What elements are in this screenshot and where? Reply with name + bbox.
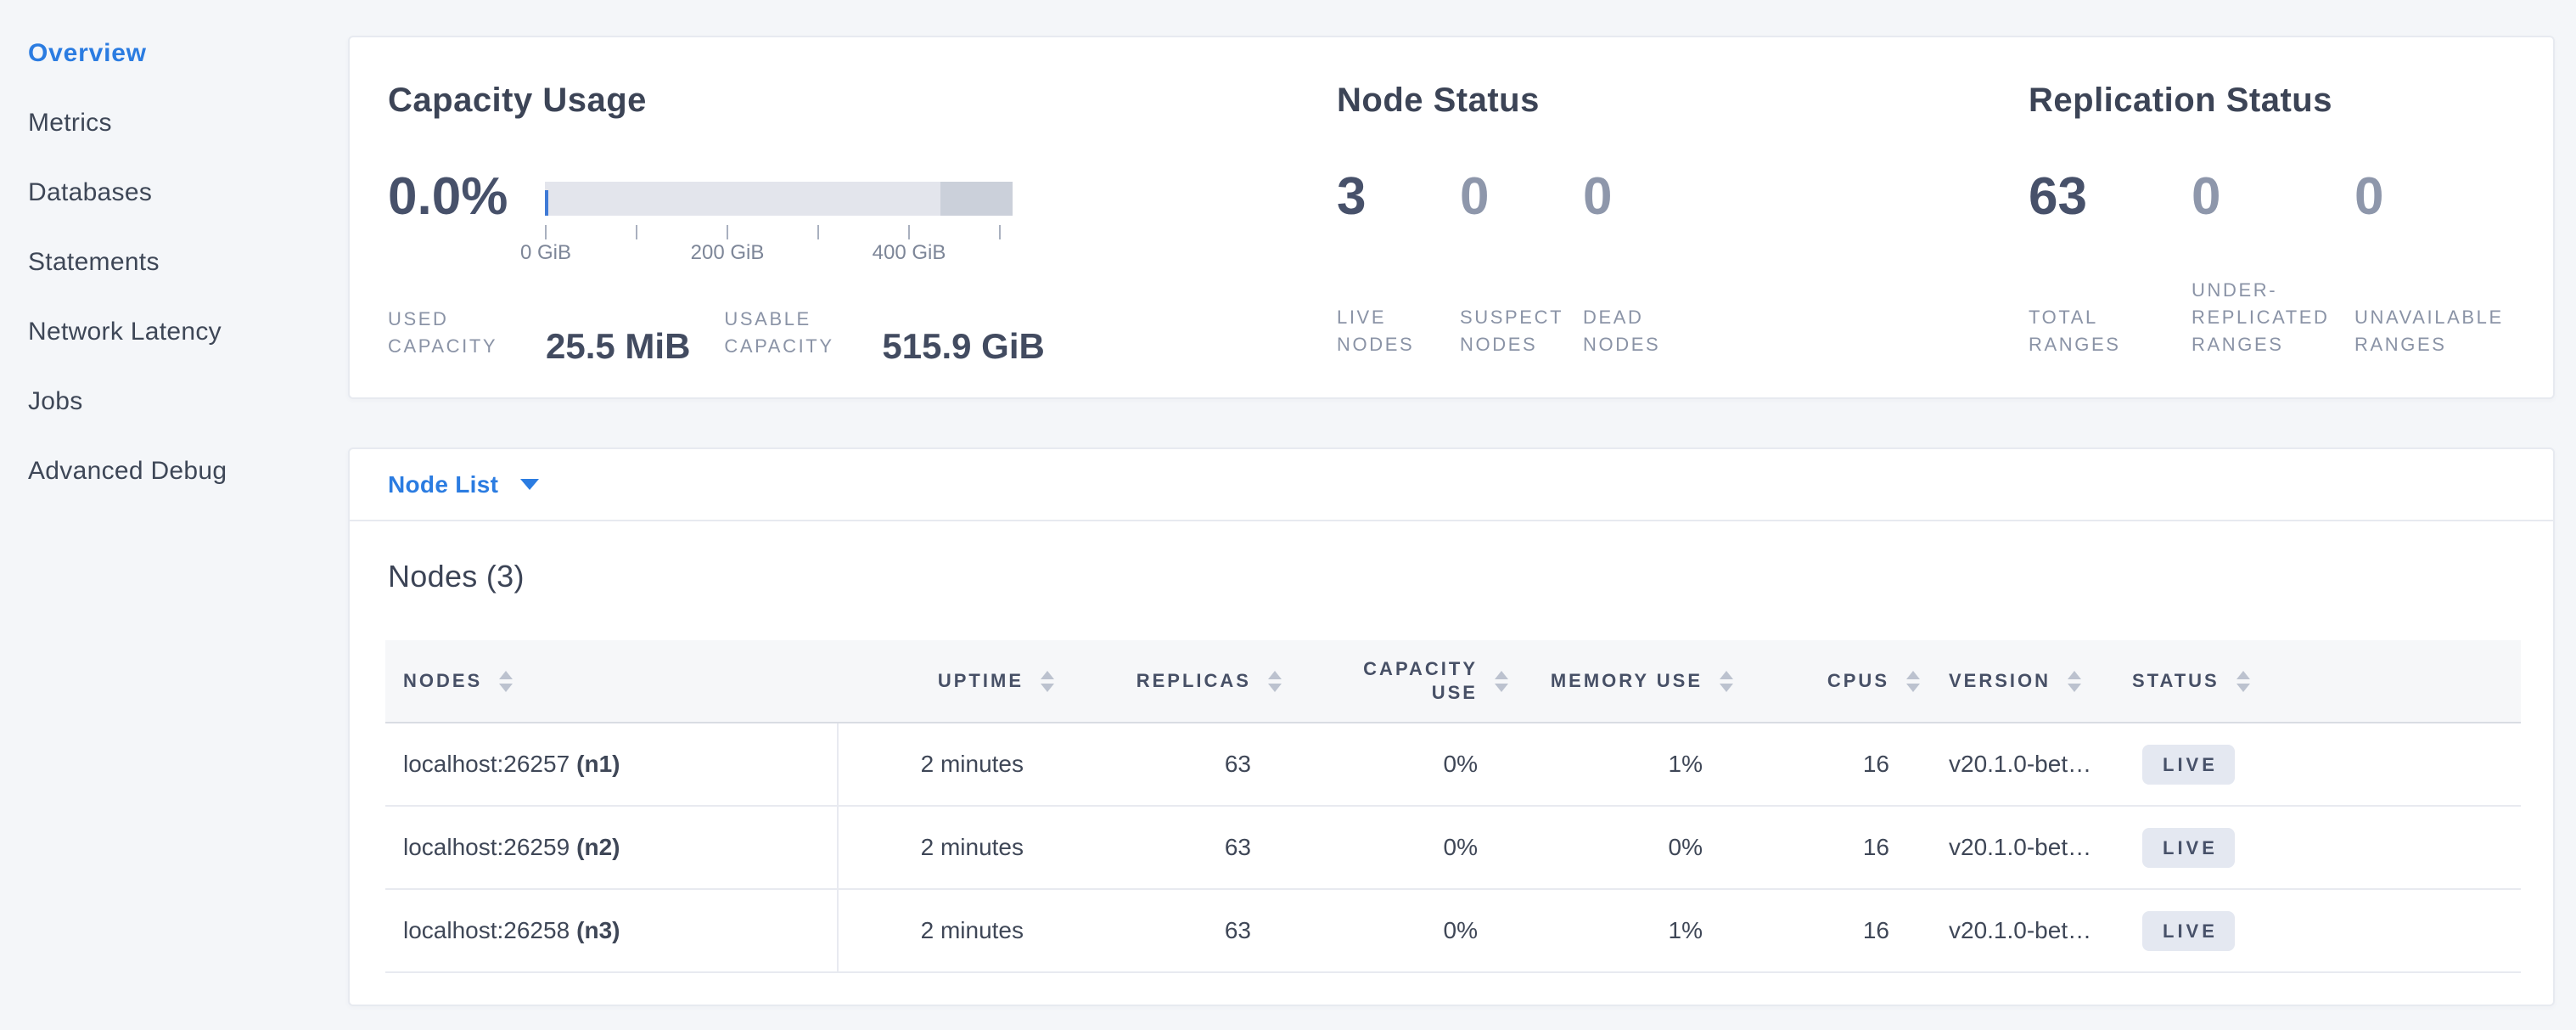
memory-use-cell: 1% [1508, 890, 1733, 971]
table-row[interactable]: localhost:26257(n1) 2 minutes 63 0% 1% 1… [385, 723, 2521, 807]
sort-icon [499, 671, 513, 692]
used-capacity-label: USED CAPACITY [388, 306, 515, 360]
capacity-use-cell: 0% [1282, 807, 1508, 888]
status-badge: LIVE [2142, 911, 2235, 951]
version-cell: v20.1.0-bet… [1920, 890, 2124, 971]
unavailable-ranges-label: UNAVAILABLE RANGES [2354, 304, 2514, 358]
replicas-cell: 63 [1054, 807, 1282, 888]
sidebar: Overview Metrics Databases Statements Ne… [28, 19, 317, 506]
sort-icon [1041, 671, 1054, 692]
usable-capacity-label: USABLE CAPACITY [724, 306, 851, 360]
table-row[interactable]: localhost:26258(n3) 2 minutes 63 0% 1% 1… [385, 890, 2521, 973]
sidebar-item-overview[interactable]: Overview [28, 19, 317, 88]
node-address: localhost:26259 [403, 834, 570, 861]
cpus-cell: 16 [1733, 807, 1920, 888]
axis-tick-label: 400 GiB [873, 241, 946, 265]
column-header-cpus[interactable]: CPUS [1733, 640, 1920, 722]
sidebar-item-advanced-debug[interactable]: Advanced Debug [28, 436, 317, 506]
replication-status-panel: Replication Status 63 TOTAL RANGES 0 UND… [2029, 82, 2538, 118]
status-badge: LIVE [2142, 828, 2235, 868]
column-header-memory-use[interactable]: MEMORY USE [1508, 640, 1733, 722]
node-list-dropdown-label: Node List [388, 471, 498, 498]
uptime-cell: 2 minutes [839, 890, 1054, 971]
replicas-cell: 63 [1054, 890, 1282, 971]
column-header-nodes[interactable]: NODES [385, 640, 839, 722]
sort-icon [1268, 671, 1282, 692]
sort-icon [2236, 671, 2250, 692]
node-address: localhost:26258 [403, 917, 570, 944]
capacity-use-cell: 0% [1282, 890, 1508, 971]
unavailable-ranges-value: 0 [2354, 167, 2517, 227]
node-list-card: Node List Nodes (3) NODES UPTIME REPLICA… [348, 447, 2555, 1006]
live-nodes-label: LIVE NODES [1337, 304, 1451, 358]
column-header-version[interactable]: VERSION [1920, 640, 2124, 722]
sidebar-item-statements[interactable]: Statements [28, 228, 317, 297]
cluster-summary-card: Capacity Usage 0.0% 0 GiB 200 GiB 400 Gi… [348, 36, 2555, 399]
nodes-table-header: NODES UPTIME REPLICAS CAPACITY USE MEMOR… [385, 640, 2521, 723]
memory-use-cell: 0% [1508, 807, 1733, 888]
total-ranges-stat: 63 TOTAL RANGES [2029, 167, 2192, 358]
cpus-cell: 16 [1733, 890, 1920, 971]
node-list-dropdown[interactable]: Node List [350, 449, 2553, 521]
node-id: (n1) [576, 751, 620, 778]
under-replicated-ranges-value: 0 [2192, 167, 2354, 227]
unavailable-ranges-stat: 0 UNAVAILABLE RANGES [2354, 167, 2517, 358]
dead-nodes-value: 0 [1583, 167, 1706, 227]
table-row[interactable]: localhost:26259(n2) 2 minutes 63 0% 0% 1… [385, 807, 2521, 890]
suspect-nodes-label: SUSPECT NODES [1460, 304, 1574, 358]
capacity-gauge-reserved-segment [940, 182, 1013, 216]
used-capacity-value: 25.5 MiB [546, 326, 690, 367]
replicas-cell: 63 [1054, 723, 1282, 805]
capacity-usage-panel: Capacity Usage 0.0% 0 GiB 200 GiB 400 Gi… [388, 82, 1330, 118]
capacity-usage-title: Capacity Usage [388, 82, 1330, 118]
live-nodes-stat: 3 LIVE NODES [1337, 167, 1460, 358]
under-replicated-ranges-stat: 0 UNDER-REPLICATED RANGES [2192, 167, 2354, 358]
column-header-uptime[interactable]: UPTIME [839, 640, 1054, 722]
cpus-cell: 16 [1733, 723, 1920, 805]
total-ranges-label: TOTAL RANGES [2029, 304, 2188, 358]
capacity-gauge-used-marker [545, 190, 548, 216]
total-ranges-value: 63 [2029, 167, 2192, 227]
axis-tick-label: 200 GiB [691, 241, 765, 265]
capacity-gauge-ticks [545, 216, 1013, 239]
node-status-title: Node Status [1337, 82, 2016, 118]
sort-icon [1720, 671, 1733, 692]
sidebar-item-network-latency[interactable]: Network Latency [28, 297, 317, 367]
chevron-down-icon [520, 479, 539, 490]
node-address: localhost:26257 [403, 751, 570, 778]
node-id: (n3) [576, 917, 620, 944]
dead-nodes-stat: 0 DEAD NODES [1583, 167, 1706, 358]
under-replicated-ranges-label: UNDER-REPLICATED RANGES [2192, 277, 2351, 358]
node-status-panel: Node Status 3 LIVE NODES 0 SUSPECT NODES… [1337, 82, 2016, 118]
version-cell: v20.1.0-bet… [1920, 723, 2124, 805]
capacity-use-cell: 0% [1282, 723, 1508, 805]
uptime-cell: 2 minutes [839, 723, 1054, 805]
suspect-nodes-stat: 0 SUSPECT NODES [1460, 167, 1583, 358]
version-cell: v20.1.0-bet… [1920, 807, 2124, 888]
capacity-gauge-bar [545, 182, 1013, 216]
replication-status-title: Replication Status [2029, 82, 2538, 118]
column-header-capacity-use[interactable]: CAPACITY USE [1282, 640, 1508, 722]
sort-icon [2068, 671, 2081, 692]
status-badge: LIVE [2142, 745, 2235, 785]
capacity-gauge: 0.0% 0 GiB 200 GiB 400 GiB [388, 167, 1013, 265]
column-header-status[interactable]: STATUS [2124, 640, 2521, 722]
uptime-cell: 2 minutes [839, 807, 1054, 888]
sidebar-item-metrics[interactable]: Metrics [28, 88, 317, 158]
axis-tick-label: 0 GiB [520, 241, 571, 265]
usable-capacity-value: 515.9 GiB [882, 326, 1044, 367]
sort-icon [1495, 671, 1508, 692]
nodes-count-heading: Nodes (3) [388, 559, 2553, 594]
memory-use-cell: 1% [1508, 723, 1733, 805]
column-header-replicas[interactable]: REPLICAS [1054, 640, 1282, 722]
live-nodes-value: 3 [1337, 167, 1460, 227]
sort-icon [1906, 671, 1920, 692]
sidebar-item-jobs[interactable]: Jobs [28, 367, 317, 436]
node-id: (n2) [576, 834, 620, 861]
sidebar-item-databases[interactable]: Databases [28, 158, 317, 228]
nodes-table: NODES UPTIME REPLICAS CAPACITY USE MEMOR… [385, 640, 2521, 973]
dead-nodes-label: DEAD NODES [1583, 304, 1698, 358]
suspect-nodes-value: 0 [1460, 167, 1583, 227]
